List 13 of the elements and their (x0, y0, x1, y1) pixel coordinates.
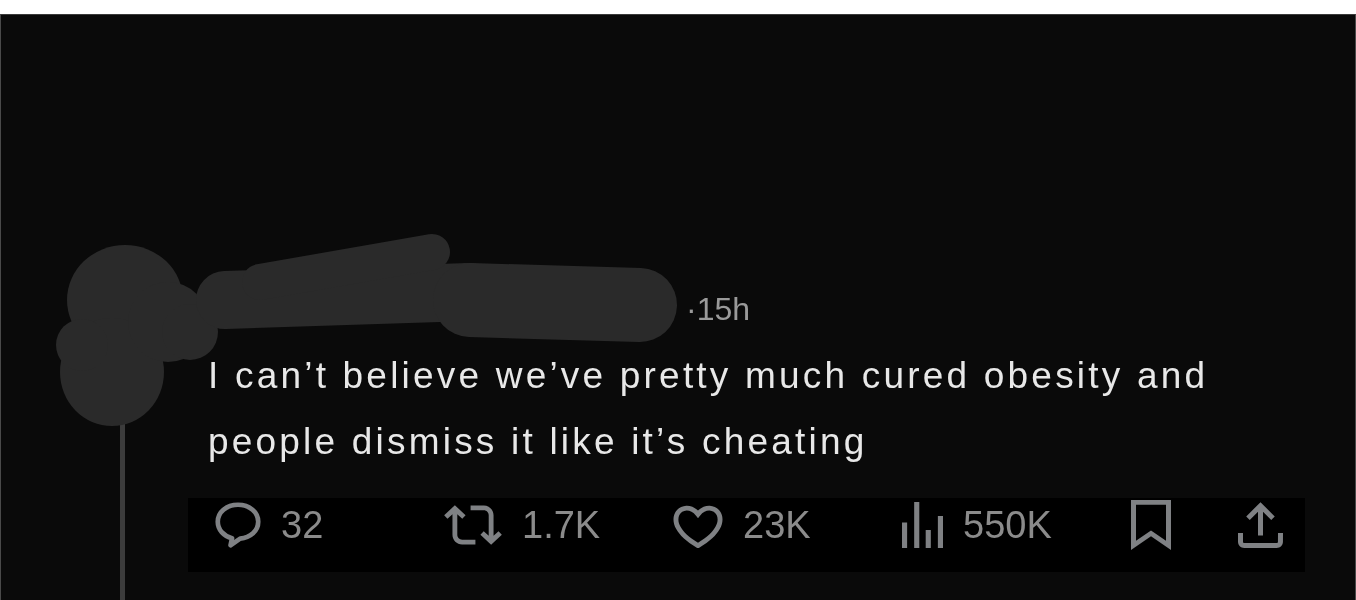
speech-bubble-icon (215, 502, 261, 548)
views-button[interactable]: 550K (902, 502, 1052, 548)
post-timestamp: ·15h (686, 290, 751, 329)
loop-arrows-icon (444, 505, 502, 545)
reply-button[interactable]: 32 (215, 502, 324, 548)
tray-arrow-icon (1238, 502, 1283, 548)
share-button[interactable] (1238, 502, 1283, 548)
bookmark-button[interactable] (1131, 500, 1171, 550)
repost-button[interactable]: 1.7K (444, 502, 601, 548)
like-button[interactable]: 23K (673, 502, 811, 548)
bar-chart-icon (902, 502, 943, 548)
bookmark-icon (1131, 500, 1171, 550)
post-text: I can’t believe we’ve pretty much cured obesity and people dismiss it like it’s cheating (207, 354, 1210, 464)
